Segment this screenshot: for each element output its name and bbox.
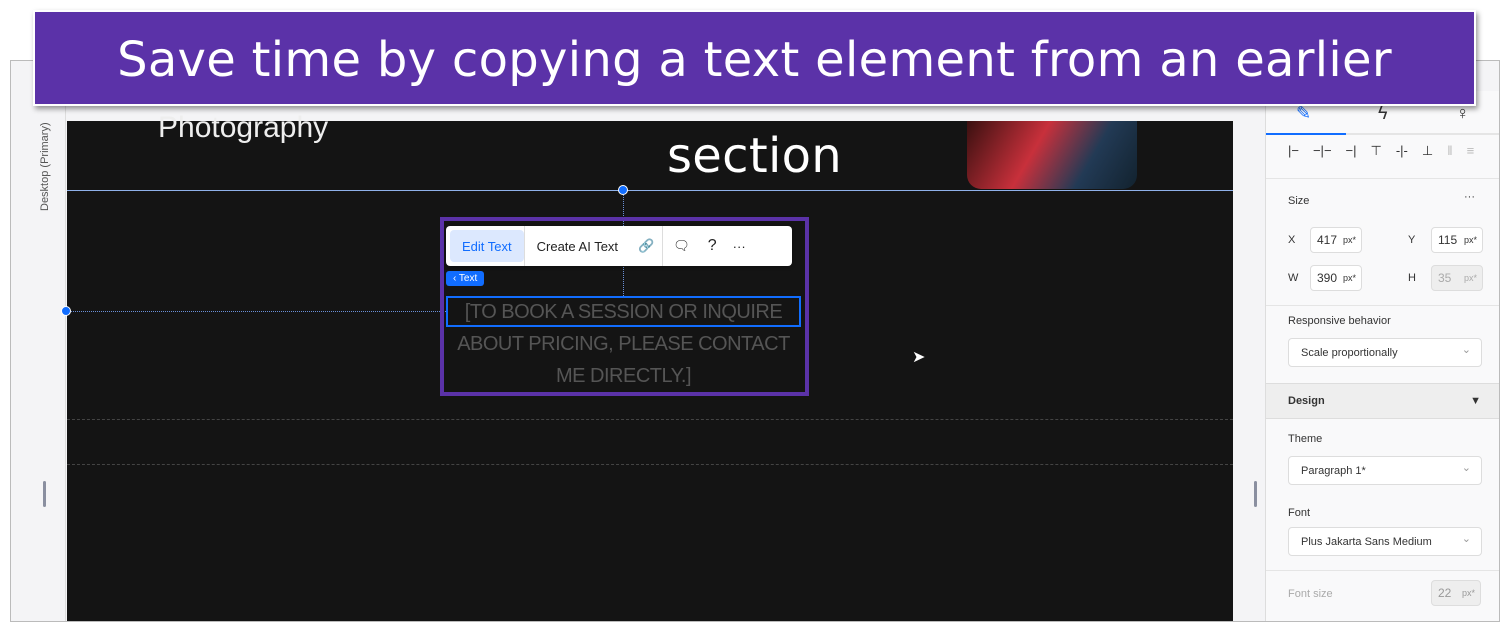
floating-toolbar: Edit Text Create AI Text 🔗 🗨 ? ··· bbox=[446, 226, 792, 266]
h-input: 35 px* bbox=[1431, 265, 1483, 291]
design-section-header[interactable]: Design ▼ bbox=[1266, 383, 1499, 419]
more-icon[interactable]: ··· bbox=[725, 230, 754, 262]
comment-icon[interactable]: 🗨 bbox=[663, 230, 700, 262]
align-middle-icon[interactable]: -|- bbox=[1396, 143, 1408, 178]
align-right-icon[interactable]: −| bbox=[1346, 143, 1357, 178]
create-ai-text-button[interactable]: Create AI Text bbox=[525, 230, 630, 262]
inspector-panel: ✎ ϟ ♀ |− −|− −| ⊤ -|- ⊥ ‖ ≡ Size ··· X 4… bbox=[1265, 91, 1499, 621]
ai-tab[interactable]: ♀ bbox=[1456, 103, 1470, 124]
align-left-icon[interactable]: |− bbox=[1288, 143, 1299, 178]
responsive-label: Responsive behavior bbox=[1288, 315, 1391, 327]
w-input[interactable]: 390 px* bbox=[1310, 265, 1362, 291]
collapse-arrow-icon[interactable]: ▼ bbox=[1470, 395, 1481, 407]
element-type-tag[interactable]: ‹ Text bbox=[446, 271, 485, 286]
header-title[interactable]: Photography bbox=[158, 111, 328, 145]
font-dropdown[interactable]: Plus Jakarta Sans Medium bbox=[1288, 527, 1482, 556]
section-guide bbox=[67, 464, 1233, 465]
top-handle[interactable] bbox=[618, 185, 628, 195]
left-resize-handle[interactable] bbox=[43, 481, 46, 507]
size-more-button[interactable]: ··· bbox=[1464, 191, 1475, 203]
selection-box bbox=[446, 296, 801, 327]
align-top-icon[interactable]: ⊤ bbox=[1371, 143, 1382, 178]
header-image[interactable] bbox=[967, 121, 1137, 189]
header-section[interactable]: Photography bbox=[67, 111, 1233, 191]
align-bottom-icon[interactable]: ⊥ bbox=[1422, 143, 1433, 178]
theme-label: Theme bbox=[1288, 433, 1323, 445]
edit-text-button[interactable]: Edit Text bbox=[450, 230, 524, 262]
left-rail: Desktop (Primary) bbox=[11, 61, 66, 621]
help-icon[interactable]: ? bbox=[700, 230, 725, 262]
x-input[interactable]: 417 px* bbox=[1310, 227, 1362, 253]
responsive-dropdown[interactable]: Scale proportionally bbox=[1288, 338, 1482, 367]
link-icon[interactable]: 🔗 bbox=[630, 230, 662, 262]
guide-line bbox=[66, 311, 446, 312]
y-input[interactable]: 115 px* bbox=[1431, 227, 1483, 253]
font-size-label: Font size bbox=[1288, 588, 1333, 600]
distribute-h-icon[interactable]: ‖ bbox=[1447, 143, 1452, 178]
caption-banner: Save time by copying a text element from… bbox=[33, 10, 1476, 184]
distribute-v-icon[interactable]: ≡ bbox=[1467, 143, 1475, 178]
y-label: Y bbox=[1408, 234, 1416, 246]
font-label: Font bbox=[1288, 507, 1311, 519]
mouse-cursor-icon: ➤ bbox=[912, 349, 926, 366]
section-guide bbox=[67, 419, 1233, 420]
theme-dropdown[interactable]: Paragraph 1* bbox=[1288, 456, 1482, 485]
w-label: W bbox=[1288, 272, 1299, 284]
x-label: X bbox=[1288, 234, 1296, 246]
left-handle[interactable] bbox=[61, 306, 71, 316]
align-center-icon[interactable]: −|− bbox=[1313, 143, 1332, 178]
breakpoint-label: Desktop (Primary) bbox=[39, 122, 51, 211]
align-toolbar: |− −|− −| ⊤ -|- ⊥ ‖ ≡ bbox=[1266, 135, 1499, 179]
font-size-input: 22 px* bbox=[1431, 580, 1481, 606]
h-label: H bbox=[1408, 272, 1416, 284]
right-resize-handle[interactable] bbox=[1254, 481, 1257, 507]
size-label: Size bbox=[1288, 195, 1310, 207]
